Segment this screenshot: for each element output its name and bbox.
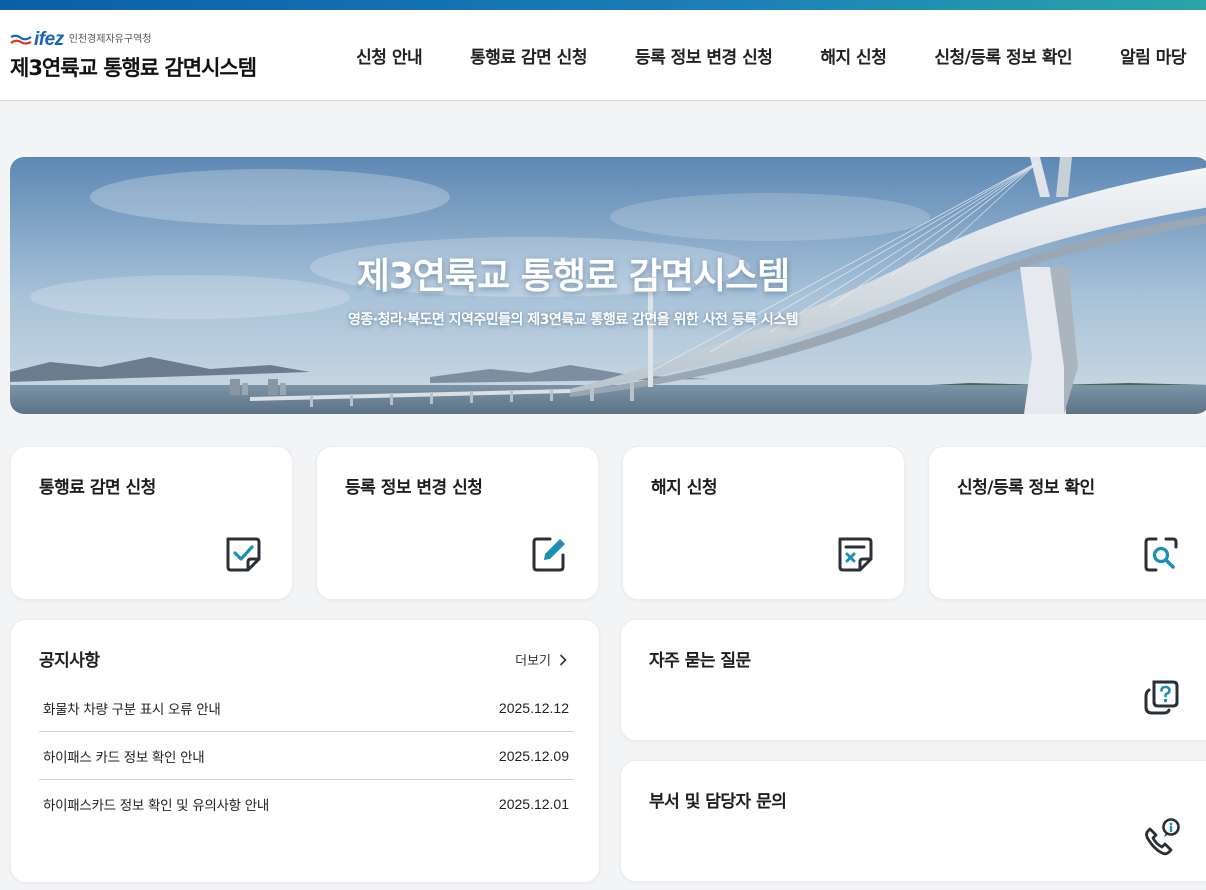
logo-area[interactable]: ifez 인천경제자유구역청 제3연륙교 통행료 감면시스템 (10, 29, 257, 82)
site-header: ifez 인천경제자유구역청 제3연륙교 통행료 감면시스템 신청 안내 통행료… (0, 10, 1206, 101)
nav-item-notice-board[interactable]: 알림 마당 (1120, 43, 1186, 68)
card-label: 등록 정보 변경 신청 (345, 478, 483, 498)
card-label: 자주 묻는 질문 (649, 651, 751, 671)
notice-item-title: 화물차 차량 구분 표시 오류 안내 (43, 701, 221, 718)
top-accent-bar (0, 0, 1206, 10)
edit-pencil-icon (532, 537, 565, 572)
notice-row[interactable]: 하이패스 카드 정보 확인 안내 2025.12.09 (39, 732, 573, 780)
notice-item-title: 하이패스카드 정보 확인 및 유의사항 안내 (43, 797, 269, 814)
nav-item-cancel[interactable]: 해지 신청 (820, 43, 886, 68)
notice-item-title: 하이패스 카드 정보 확인 안내 (43, 749, 205, 766)
chevron-right-icon (559, 653, 567, 666)
nav-item-check-info[interactable]: 신청/등록 정보 확인 (934, 43, 1072, 68)
question-bubble-icon (1144, 680, 1179, 715)
card-label: 부서 및 담당자 문의 (649, 792, 787, 812)
notice-row[interactable]: 화물차 차량 구분 표시 오류 안내 2025.12.12 (39, 684, 573, 732)
logo-wordmark: ifez (34, 29, 64, 50)
search-magnifier-icon (1144, 537, 1178, 572)
notice-row[interactable]: 하이패스카드 정보 확인 및 유의사항 안내 2025.12.01 (39, 780, 573, 827)
card-check-info[interactable]: 신청/등록 정보 확인 (928, 446, 1206, 600)
card-label: 통행료 감면 신청 (39, 478, 156, 498)
card-change-info[interactable]: 등록 정보 변경 신청 (316, 446, 599, 600)
notice-item-date: 2025.12.12 (498, 699, 569, 716)
more-label: 더보기 (515, 654, 551, 669)
hero-banner: 제3연륙교 통행료 감면시스템 영종·청라·북도면 지역주민들의 제3연륙교 통… (10, 157, 1206, 414)
notice-item-date: 2025.12.01 (498, 795, 569, 812)
logo-subtitle: 인천경제자유구역청 (68, 34, 152, 45)
card-label: 신청/등록 정보 확인 (957, 478, 1095, 498)
card-contact[interactable]: 부서 및 담당자 문의 (620, 760, 1206, 882)
check-square-icon (226, 537, 261, 572)
notice-item-date: 2025.12.09 (498, 747, 569, 764)
card-faq[interactable]: 자주 묻는 질문 (620, 619, 1206, 741)
notice-list: 화물차 차량 구분 표시 오류 안내 2025.12.12 하이패스 카드 정보… (39, 684, 573, 827)
notice-panel: 공지사항 더보기 화물차 차량 구분 표시 오류 안내 2025.12.12 하… (10, 619, 600, 883)
notice-more-link[interactable]: 더보기 (515, 650, 567, 669)
nav-item-change-info[interactable]: 등록 정보 변경 신청 (635, 43, 773, 68)
phone-info-icon (1145, 818, 1180, 856)
card-cancel[interactable]: 해지 신청 (622, 446, 905, 600)
main-nav: 신청 안내 통행료 감면 신청 등록 정보 변경 신청 해지 신청 신청/등록 … (356, 10, 1186, 100)
cancel-document-icon (838, 537, 873, 572)
ifez-logo-icon (10, 34, 32, 45)
nav-item-guide[interactable]: 신청 안내 (356, 43, 422, 68)
site-title: 제3연륙교 통행료 감면시스템 (10, 56, 257, 80)
card-label: 해지 신청 (651, 478, 717, 498)
hero-title: 제3연륙교 통행료 감면시스템 (356, 256, 791, 297)
nav-item-apply-discount[interactable]: 통행료 감면 신청 (470, 43, 587, 68)
card-apply-discount[interactable]: 통행료 감면 신청 (10, 446, 293, 600)
hero-subtitle: 영종·청라·북도면 지역주민들의 제3연륙교 통행료 감면을 위한 사전 등록 … (347, 312, 799, 328)
notice-title: 공지사항 (39, 651, 100, 671)
